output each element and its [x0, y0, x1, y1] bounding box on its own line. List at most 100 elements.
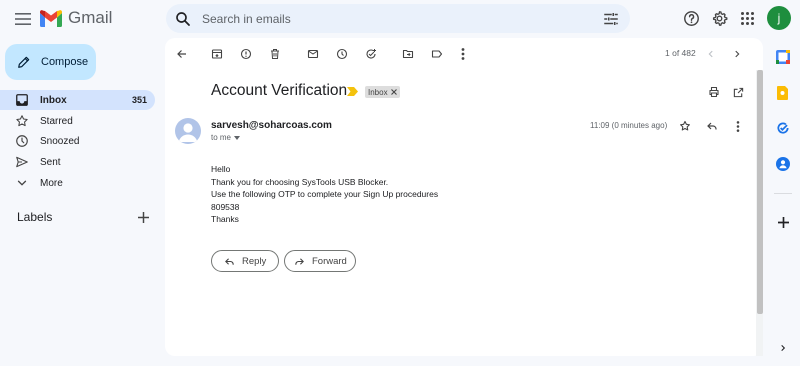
keep-app-button[interactable] [776, 86, 790, 100]
label-chip-text: Inbox [368, 87, 388, 97]
search-input[interactable] [202, 11, 582, 26]
scrollbar-thumb[interactable] [757, 70, 763, 314]
compose-label: Compose [41, 56, 89, 68]
recipient-details[interactable]: to me [211, 133, 241, 142]
plus-icon [777, 216, 789, 228]
delete-button[interactable] [268, 47, 282, 61]
sidebar-item-snoozed[interactable]: Snoozed [0, 131, 155, 151]
app-name: Gmail [68, 8, 113, 27]
account-avatar[interactable]: j [767, 6, 791, 30]
open-in-new-icon [733, 87, 743, 97]
forward-label: Forward [312, 255, 347, 267]
page-count: 1 of 482 [665, 48, 696, 58]
reply-icon [225, 257, 234, 265]
keep-icon [777, 86, 788, 100]
message-time: 11:09 (0 minutes ago) [590, 121, 668, 130]
sidebar-item-label: More [40, 177, 63, 189]
clock-icon [16, 135, 28, 147]
hamburger-icon [15, 13, 31, 25]
calendar-icon [776, 50, 790, 64]
compose-button[interactable]: Compose [5, 44, 96, 80]
report-spam-button[interactable] [239, 47, 253, 61]
sidebar-item-label: Snoozed [40, 135, 80, 147]
settings-gear-icon[interactable] [709, 8, 729, 28]
sidebar-item-more[interactable]: More [0, 173, 155, 193]
show-side-panel-button[interactable] [776, 341, 790, 355]
gmail-logo[interactable]: Gmail [40, 8, 112, 28]
star-icon [680, 120, 690, 131]
star-button[interactable] [678, 119, 692, 133]
sidebar-item-label: Sent [40, 156, 61, 168]
mark-unread-button[interactable] [306, 47, 320, 61]
side-panel-divider [774, 193, 792, 194]
older-button[interactable] [730, 47, 744, 61]
more-options-button[interactable] [456, 47, 470, 61]
label-icon [431, 50, 443, 58]
contacts-app-button[interactable] [776, 157, 790, 171]
chevron-left-icon [708, 50, 713, 58]
labels-button[interactable] [430, 47, 444, 61]
help-icon[interactable] [681, 8, 701, 28]
folder-move-icon [402, 49, 414, 59]
inbox-label-chip: Inbox [365, 86, 400, 98]
add-to-tasks-button[interactable] [364, 47, 378, 61]
newer-button[interactable] [704, 47, 718, 61]
body-line: Thanks [211, 214, 239, 225]
chevron-right-icon [781, 344, 786, 352]
sidebar-item-sent[interactable]: Sent [0, 152, 155, 172]
chevron-right-icon [735, 50, 740, 58]
sidebar-item-inbox[interactable]: Inbox 351 [0, 90, 155, 110]
mail-icon [307, 49, 319, 59]
sender-email[interactable]: sarvesh@soharcoas.com [211, 120, 332, 131]
search-bar[interactable] [166, 4, 630, 33]
plus-icon [137, 211, 149, 223]
caret-down-icon[interactable] [234, 135, 241, 140]
search-icon[interactable] [174, 10, 192, 28]
arrow-back-icon [177, 50, 186, 58]
print-icon [709, 86, 719, 98]
forward-button[interactable]: Forward [284, 250, 356, 272]
email-body: Hello Thank you for choosing SysTools US… [211, 163, 438, 226]
add-task-icon [366, 49, 376, 59]
calendar-app-button[interactable] [776, 50, 790, 64]
reply-button[interactable]: Reply [211, 250, 279, 272]
clock-icon [336, 48, 348, 60]
body-line: Thank you for choosing SysTools USB Bloc… [211, 176, 389, 187]
more-vert-icon [736, 120, 740, 132]
inbox-icon [16, 94, 28, 106]
reply-label: Reply [242, 255, 267, 267]
tasks-app-button[interactable] [776, 121, 790, 135]
apps-grid-icon[interactable] [737, 8, 757, 28]
unread-count: 351 [131, 95, 147, 105]
close-icon[interactable] [390, 89, 397, 95]
reply-icon-button[interactable] [705, 119, 719, 133]
gmail-m-icon [40, 9, 62, 27]
sidebar-item-label: Starred [40, 115, 73, 127]
email-subject: Account Verification [211, 82, 348, 99]
open-new-window-button[interactable] [730, 84, 746, 100]
sidebar-item-starred[interactable]: Starred [0, 111, 155, 131]
search-options-icon[interactable] [602, 10, 620, 28]
add-label-button[interactable] [136, 210, 150, 224]
snooze-button[interactable] [335, 47, 349, 61]
report-icon [240, 48, 252, 60]
main-menu-button[interactable] [10, 6, 36, 32]
archive-button[interactable] [210, 47, 224, 61]
person-icon [178, 123, 198, 142]
tasks-icon [777, 122, 789, 134]
more-vert-icon [461, 48, 465, 60]
trash-icon [271, 49, 279, 59]
move-to-button[interactable] [401, 47, 415, 61]
pencil-icon [18, 56, 30, 68]
sender-avatar[interactable] [175, 118, 201, 144]
back-button[interactable] [175, 47, 189, 61]
message-more-button[interactable] [731, 119, 745, 133]
archive-icon [211, 49, 223, 59]
important-marker-icon[interactable] [347, 87, 358, 97]
labels-heading: Labels [17, 210, 53, 224]
send-icon [16, 156, 28, 168]
print-button[interactable] [706, 84, 722, 100]
body-line: Use the following OTP to complete your S… [211, 189, 439, 200]
otp-code: 809538 [211, 201, 240, 212]
get-addons-button[interactable] [776, 215, 790, 229]
